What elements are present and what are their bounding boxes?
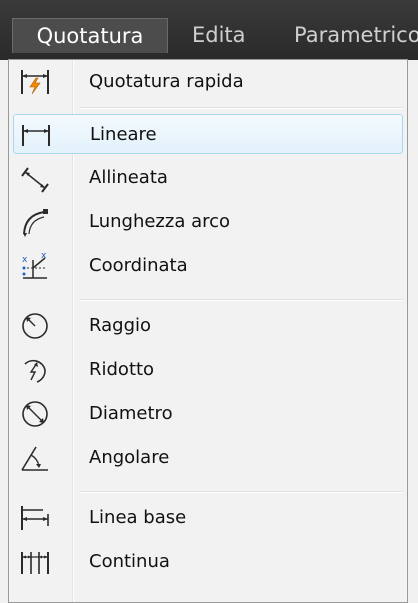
- quick-dimension-icon: [19, 66, 51, 98]
- ordinate-dimension-icon: x x: [19, 250, 51, 282]
- radius-icon: [19, 310, 51, 342]
- menu-item-linea-base[interactable]: Linea base: [13, 498, 403, 538]
- menu-item-lineare[interactable]: Lineare: [13, 114, 403, 154]
- menu-item-label: Linea base: [89, 507, 187, 528]
- diameter-icon: [19, 398, 51, 430]
- menu-item-label: Quotatura rapida: [89, 71, 244, 92]
- menu-item-label: Raggio: [89, 315, 152, 336]
- menu-separator: [79, 491, 403, 493]
- menu-item-label: Continua: [89, 551, 170, 572]
- svg-text:x: x: [41, 251, 47, 261]
- menu-item-coordinata[interactable]: x x Coordinata: [13, 246, 403, 286]
- menu-item-label: Angolare: [89, 447, 170, 468]
- menu-item-diametro[interactable]: Diametro: [13, 394, 403, 434]
- arc-length-icon: [19, 206, 51, 238]
- angular-dimension-icon: [19, 442, 51, 474]
- menu-item-quotatura-rapida[interactable]: Quotatura rapida: [13, 62, 403, 102]
- menu-item-lunghezza-arco[interactable]: Lunghezza arco: [13, 202, 403, 242]
- menu-item-label: Lunghezza arco: [89, 211, 231, 232]
- menu-item-label: Coordinata: [89, 255, 188, 276]
- menu-item-continua[interactable]: Continua: [13, 542, 403, 582]
- menu-separator: [79, 299, 403, 301]
- menu-item-label: Diametro: [89, 403, 173, 424]
- menu-item-label: Lineare: [90, 124, 157, 145]
- quotatura-dropdown-menu: Quotatura rapida Lineare Allineata Lungh…: [8, 59, 408, 603]
- menu-item-label: Ridotto: [89, 359, 155, 380]
- menu-item-allineata[interactable]: Allineata: [13, 158, 403, 198]
- menu-item-ridotto[interactable]: Ridotto: [13, 350, 403, 390]
- continue-dimension-icon: [19, 546, 51, 578]
- menu-item-label: Allineata: [89, 167, 168, 188]
- menu-bar: Quotatura Edita Parametrico: [0, 0, 418, 60]
- aligned-dimension-icon: [19, 162, 51, 194]
- linear-dimension-icon: [20, 119, 52, 151]
- jogged-radius-icon: [19, 354, 51, 386]
- menu-edita[interactable]: Edita: [192, 18, 246, 52]
- menu-parametrico[interactable]: Parametrico: [294, 18, 418, 52]
- menu-item-angolare[interactable]: Angolare: [13, 438, 403, 478]
- svg-text:x: x: [22, 255, 28, 265]
- menu-quotatura[interactable]: Quotatura: [12, 18, 168, 53]
- baseline-dimension-icon: [19, 502, 51, 534]
- menu-item-raggio[interactable]: Raggio: [13, 306, 403, 346]
- menu-separator: [79, 107, 403, 109]
